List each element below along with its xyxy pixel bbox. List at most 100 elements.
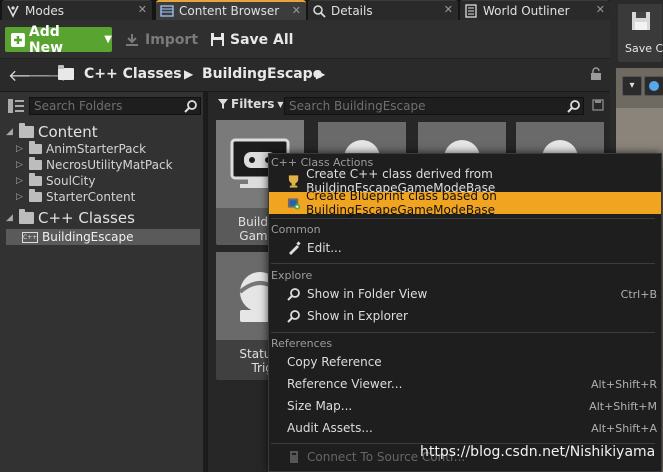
collapse-triangle-icon[interactable]: ▷ xyxy=(16,144,25,154)
breadcrumb-item-buildingescape[interactable]: BuildingEscape xyxy=(202,66,322,82)
close-icon[interactable]: ✕ xyxy=(138,3,147,16)
add-new-label: Add New xyxy=(28,23,64,56)
tree-item-animstarterpack[interactable]: ▷ AnimStarterPack xyxy=(16,141,146,156)
menu-item-label: Show in Explorer xyxy=(307,309,408,323)
world-outliner-icon xyxy=(465,3,477,18)
menu-item-label: Copy Reference xyxy=(287,355,382,369)
tree-item-content[interactable]: ◢ Content xyxy=(6,123,98,141)
tab-world-outliner[interactable]: World Outliner ✕ xyxy=(460,0,610,20)
tree-item-label: NecrosUtilityMatPack xyxy=(46,158,173,172)
chevron-right-icon[interactable]: ▶ xyxy=(316,67,325,81)
modes-icon xyxy=(7,5,19,18)
menu-item-show-in-folder-view[interactable]: Show in Folder View Ctrl+B xyxy=(269,283,661,305)
blueprint-class-icon xyxy=(287,198,300,210)
menu-section-title: Explore xyxy=(271,269,313,282)
floppy-disk-icon xyxy=(632,12,650,30)
panel-tab-bar: Modes ✕ Content Browser ✕ Details ✕ Worl… xyxy=(0,0,610,20)
save-all-label: Save All xyxy=(230,31,294,48)
tab-label: Details xyxy=(331,3,373,18)
filters-button[interactable]: Filters ▼ xyxy=(218,97,284,111)
search-folders-input[interactable]: Search Folders xyxy=(29,97,201,115)
tab-label: World Outliner xyxy=(483,3,570,18)
chevron-down-icon: ▼ xyxy=(277,99,284,109)
menu-item-copy-reference[interactable]: Copy Reference xyxy=(269,351,661,373)
tree-item-label: C++ Classes xyxy=(38,209,135,227)
tree-item-label: Content xyxy=(38,123,98,141)
tree-item-label: SoulCity xyxy=(46,174,96,188)
folder-icon[interactable] xyxy=(58,65,74,83)
collapse-triangle-icon[interactable]: ▷ xyxy=(16,192,25,202)
add-new-button[interactable]: Add New ▼ xyxy=(5,24,112,56)
lock-icon[interactable] xyxy=(590,67,602,81)
menu-item-label: Size Map... xyxy=(287,399,353,413)
search-icon xyxy=(184,100,197,113)
tab-label: Content Browser xyxy=(179,4,280,18)
menu-separator xyxy=(271,263,655,264)
menu-item-reference-viewer[interactable]: Reference Viewer... Alt+Shift+R xyxy=(269,373,661,395)
import-label: Import xyxy=(145,31,199,48)
menu-section-title: Common xyxy=(271,223,321,236)
collapse-triangle-icon[interactable]: ▷ xyxy=(16,160,25,170)
tab-modes[interactable]: Modes ✕ xyxy=(2,0,152,20)
filters-label: Filters xyxy=(231,97,275,111)
tab-label: Modes xyxy=(25,3,64,18)
close-icon[interactable]: ✕ xyxy=(292,4,301,17)
save-icon xyxy=(211,33,224,46)
tree-item-cpp-classes[interactable]: ◢ C++ Classes xyxy=(6,209,135,227)
folder-icon xyxy=(29,157,42,170)
tree-item-label: BuildingEscape xyxy=(42,230,134,244)
tree-item-necrosutilitymatpack[interactable]: ▷ NecrosUtilityMatPack xyxy=(16,157,173,172)
menu-section-title: References xyxy=(271,337,333,350)
close-icon[interactable]: ✕ xyxy=(444,3,453,16)
breadcrumb-item-cpp-classes[interactable]: C++ Classes xyxy=(84,66,182,82)
menu-item-create-blueprint-class[interactable]: Create Blueprint class based on Building… xyxy=(269,189,661,217)
save-current-label: Save C xyxy=(625,42,663,55)
sources-panel: Search Folders ◢ Content ▷ AnimStarterPa… xyxy=(0,92,206,472)
tree-item-startercontent[interactable]: ▷ StarterContent xyxy=(16,189,136,204)
menu-item-label: Reference Viewer... xyxy=(287,377,403,391)
import-button[interactable]: Import xyxy=(124,27,198,52)
cpp-folder-icon: C++ xyxy=(22,231,38,243)
menu-item-label: Edit... xyxy=(307,241,342,255)
tab-content-browser[interactable]: Content Browser ✕ xyxy=(156,0,306,20)
content-browser-icon xyxy=(160,5,174,17)
expand-triangle-icon[interactable]: ◢ xyxy=(6,127,15,137)
folder-icon xyxy=(29,141,42,154)
tab-details[interactable]: Details ✕ xyxy=(308,0,458,20)
viewport-options-button[interactable]: ▾ xyxy=(622,76,642,96)
menu-shortcut: Alt+Shift+A xyxy=(591,421,657,435)
save-all-button[interactable]: Save All xyxy=(210,27,293,52)
menu-item-edit[interactable]: Edit... xyxy=(269,237,661,259)
filter-icon xyxy=(218,99,228,109)
menu-item-label: Show in Folder View xyxy=(307,287,428,301)
import-icon xyxy=(126,33,138,46)
tree-item-buildingescape[interactable]: C++ BuildingEscape xyxy=(6,229,200,245)
folder-icon xyxy=(29,173,42,186)
source-control-icon xyxy=(290,451,298,463)
expand-triangle-icon[interactable]: ◢ xyxy=(6,213,15,223)
menu-item-show-in-explorer[interactable]: Show in Explorer xyxy=(269,305,661,327)
perspective-icon xyxy=(649,81,659,91)
cpp-folder-icon xyxy=(19,209,34,224)
add-icon xyxy=(11,32,25,47)
folder-icon xyxy=(29,189,42,202)
close-icon[interactable]: ✕ xyxy=(596,3,605,16)
search-assets-placeholder: Search BuildingEscape xyxy=(289,99,426,113)
save-current-button[interactable]: Save C xyxy=(618,4,663,62)
chevron-right-icon[interactable]: ▶ xyxy=(184,67,193,81)
menu-separator xyxy=(271,332,655,333)
tree-item-soulcity[interactable]: ▷ SoulCity xyxy=(16,173,96,188)
content-browser-toolbar: Add New ▼ Import Save All xyxy=(0,20,610,59)
menu-item-label: Create Blueprint class based on Building… xyxy=(305,189,497,217)
menu-item-size-map[interactable]: Size Map... Alt+Shift+M xyxy=(269,395,661,417)
menu-item-audit-assets[interactable]: Audit Assets... Alt+Shift+A xyxy=(269,417,661,439)
breadcrumb: 🡐 🡒 C++ Classes ▶ BuildingEscape ▶ xyxy=(0,59,610,91)
chevron-down-icon: ▼ xyxy=(104,34,112,45)
tree-item-label: StarterContent xyxy=(46,190,136,204)
search-folders-placeholder: Search Folders xyxy=(34,99,123,113)
search-assets-input[interactable]: Search BuildingEscape xyxy=(284,97,584,115)
collapse-triangle-icon[interactable]: ▷ xyxy=(16,176,25,186)
perspective-button[interactable] xyxy=(644,76,663,96)
save-search-icon[interactable] xyxy=(592,99,604,111)
sources-toggle-icon[interactable] xyxy=(8,99,24,113)
